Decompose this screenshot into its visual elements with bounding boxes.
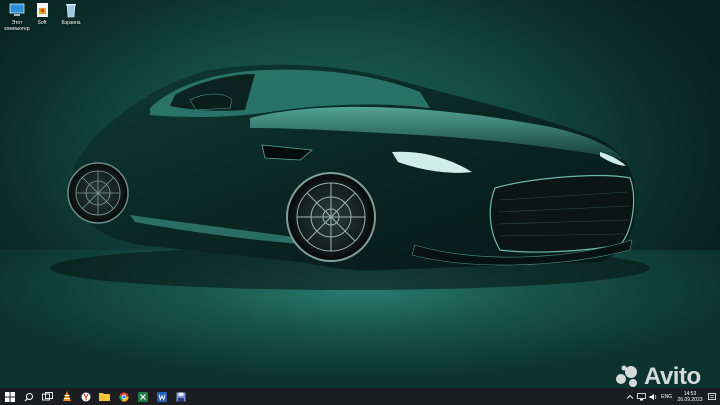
yandex-browser-icon: [81, 392, 90, 401]
avito-logo-icon: [616, 365, 637, 387]
taskbar-app-vlc[interactable]: [57, 388, 76, 405]
vlc-icon: [62, 391, 71, 401]
this-pc-icon: [9, 3, 25, 16]
search-button[interactable]: [19, 388, 38, 405]
chrome-icon: [118, 391, 129, 402]
taskbar-app-chrome[interactable]: [114, 388, 133, 405]
recycle-bin-icon: [66, 4, 76, 18]
desktop-icon-recycle-bin[interactable]: Корзина: [56, 2, 86, 26]
chevron-up-icon[interactable]: [626, 393, 634, 401]
clock-date: 26.09.2023: [677, 396, 703, 403]
search-icon: [24, 392, 33, 401]
start-button[interactable]: [0, 388, 19, 405]
taskbar-app-save[interactable]: [171, 388, 190, 405]
network-icon[interactable]: [637, 392, 647, 401]
volume-icon[interactable]: [649, 393, 658, 401]
language-indicator[interactable]: ENG: [661, 394, 672, 400]
desktop-icon-soft[interactable]: Soft: [27, 2, 57, 26]
taskbar-app-explorer[interactable]: [95, 388, 114, 405]
task-view-icon: [42, 391, 53, 400]
desktop-icon-label: Корзина: [61, 20, 81, 26]
start-windows-icon: [4, 391, 15, 402]
save-disk-icon: [176, 392, 185, 401]
watermark-text: Avito: [644, 363, 701, 390]
taskbar-app-excel[interactable]: [133, 388, 152, 405]
notifications-icon[interactable]: [708, 392, 716, 401]
taskbar: ENG 14:53 26.09.2023: [0, 388, 720, 405]
avito-watermark: Avito: [614, 363, 701, 390]
system-tray: ENG 14:53 26.09.2023: [626, 388, 720, 405]
explorer-folder-icon: [99, 393, 110, 401]
car-image: [50, 64, 650, 290]
taskbar-app-yandex[interactable]: [76, 388, 95, 405]
task-view-button[interactable]: [38, 388, 57, 405]
word-icon: [156, 391, 167, 402]
clock[interactable]: 14:53 26.09.2023: [675, 391, 705, 403]
desktop-icon-label: Этот компьютер: [4, 20, 30, 32]
taskbar-app-word[interactable]: [152, 388, 171, 405]
folder-file-icon: [37, 3, 48, 17]
excel-icon: [137, 391, 148, 402]
desktop-icon-label: Soft: [37, 20, 47, 26]
